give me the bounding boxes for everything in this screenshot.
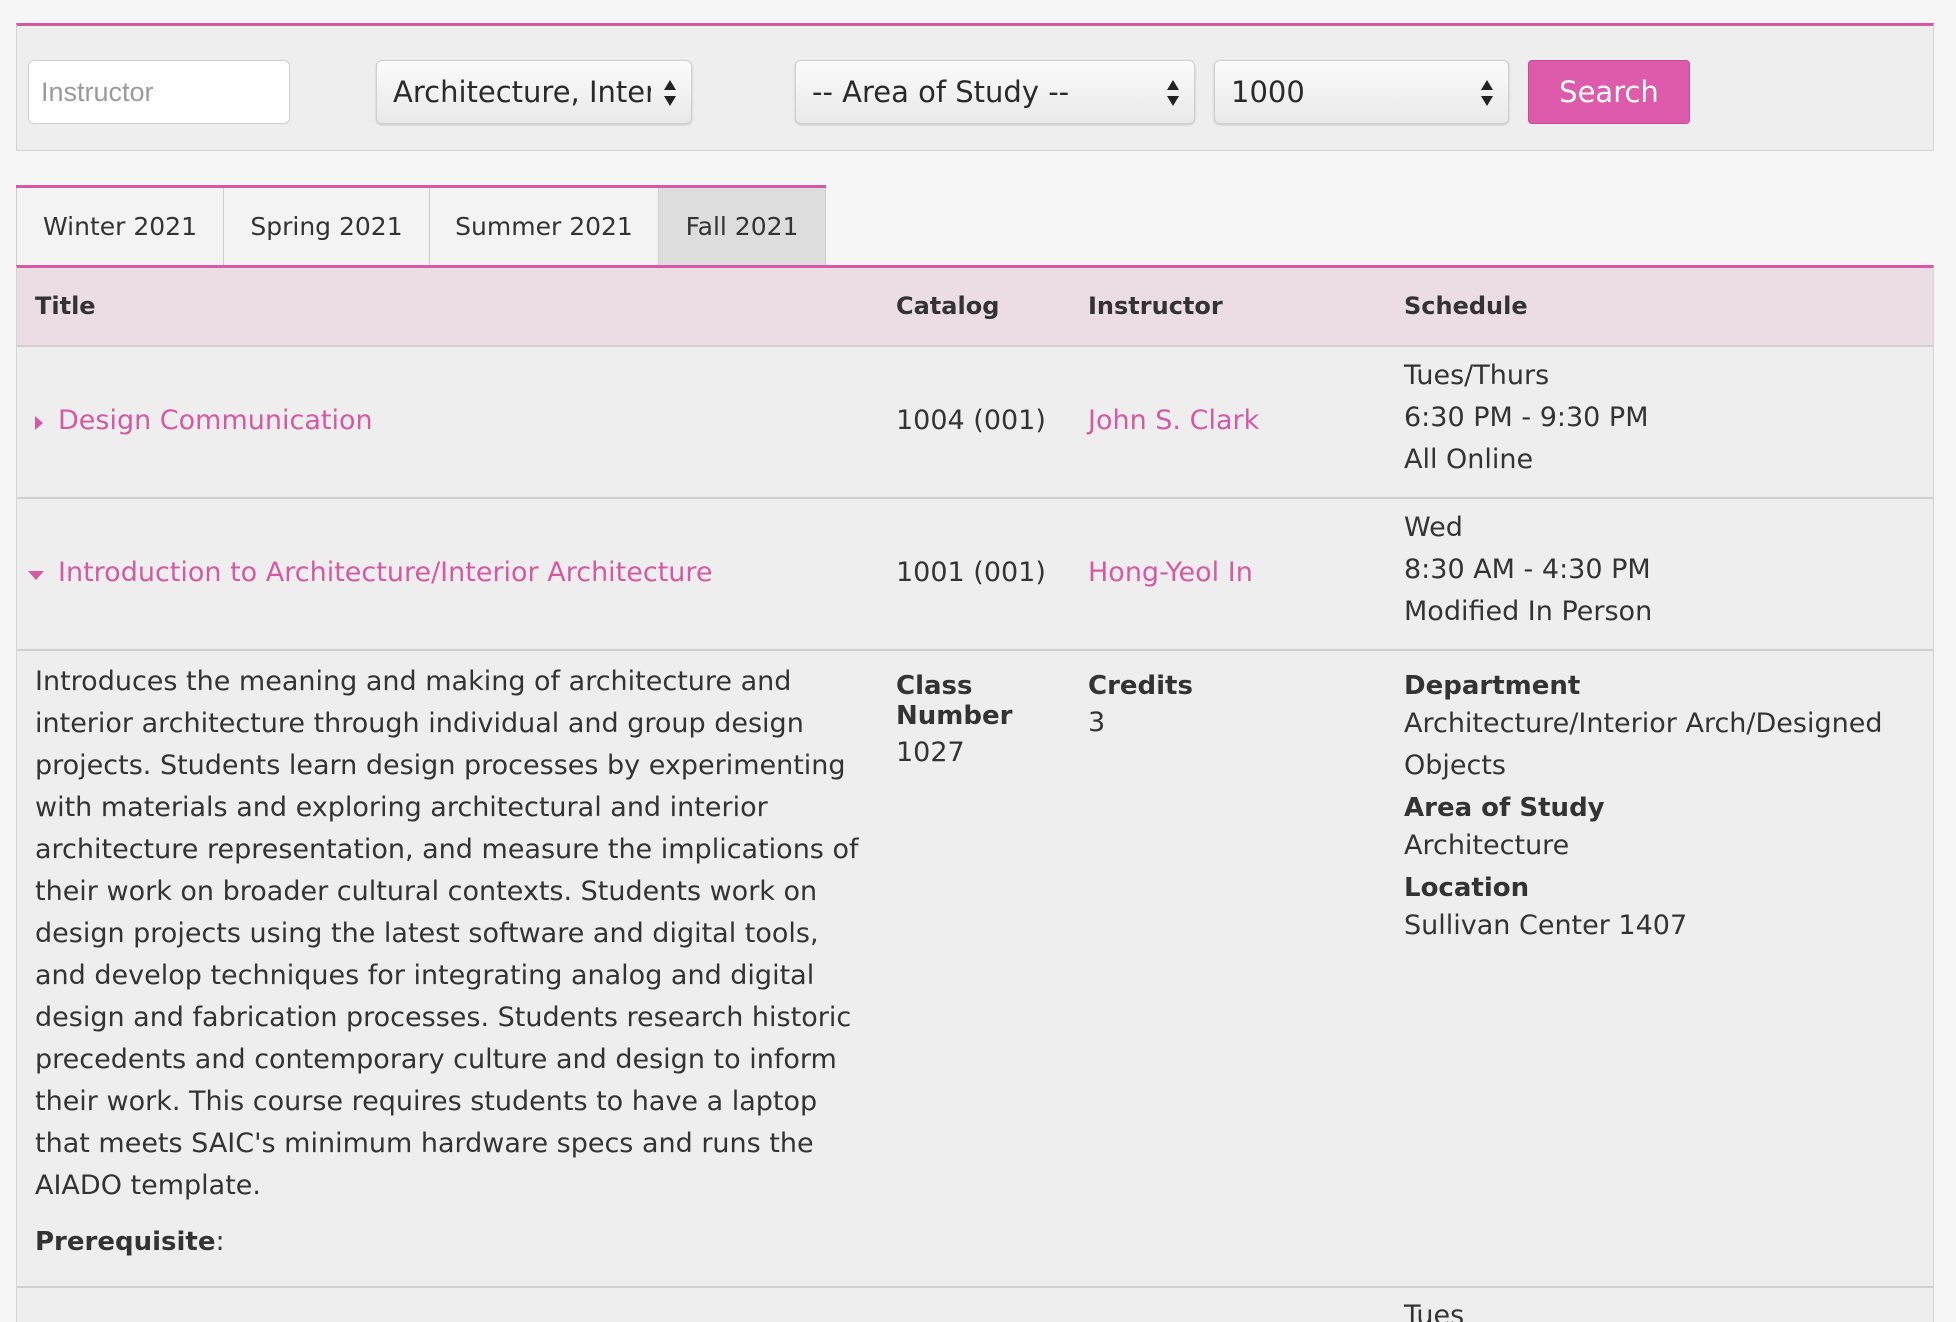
credits-block: Credits 3	[1088, 671, 1338, 738]
column-header-catalog: Catalog	[896, 292, 1000, 320]
location-value: Sullivan Center 1407	[1404, 910, 1688, 941]
area-of-study-value: Architecture	[1404, 830, 1570, 861]
course-level-select-value: 1000	[1231, 75, 1305, 109]
tab-spring-2021[interactable]: Spring 2021	[224, 188, 430, 266]
area-of-study-select[interactable]: -- Area of Study --	[795, 60, 1195, 124]
department-label: Department	[1404, 671, 1581, 701]
tab-fall-2021[interactable]: Fall 2021	[659, 188, 826, 266]
catalog-number: 1001 (001)	[896, 557, 1046, 588]
credits-value: 3	[1088, 707, 1106, 738]
table-row: Introduction to Architecture/Interior Ar…	[17, 499, 1933, 651]
class-number-block: Class Number 1027	[896, 671, 1046, 768]
course-title-link[interactable]: Design Communication	[58, 405, 373, 436]
course-description-block: Introduces the meaning and making of arc…	[35, 661, 870, 1263]
course-meta-block: Department Architecture/Interior Arch/De…	[1404, 671, 1914, 947]
prerequisite-colon: :	[215, 1226, 225, 1257]
location-label: Location	[1404, 873, 1530, 903]
table-row: Design Communication 1004 (001) John S. …	[17, 347, 1933, 499]
tab-winter-2021[interactable]: Winter 2021	[16, 188, 224, 266]
column-header-instructor: Instructor	[1088, 292, 1223, 320]
instructor-search-input[interactable]	[28, 60, 290, 124]
updown-arrows-icon	[664, 80, 676, 106]
instructor-link[interactable]: John S. Clark	[1088, 405, 1259, 436]
prerequisite: Prerequisite:	[35, 1221, 870, 1263]
caret-right-icon[interactable]	[35, 416, 43, 430]
schedule-days: Tues	[1404, 1300, 1465, 1322]
schedule: Wed 8:30 AM - 4:30 PM Modified In Person	[1404, 507, 1652, 633]
schedule-time: 8:30 AM - 4:30 PM	[1404, 554, 1651, 585]
table-row: Tues	[17, 1288, 1933, 1322]
search-button[interactable]: Search	[1528, 60, 1690, 124]
tab-summer-2021[interactable]: Summer 2021	[430, 188, 659, 266]
column-header-title: Title	[35, 292, 96, 320]
table-header: Title Catalog Instructor Schedule	[17, 268, 1933, 347]
class-number-label: Class Number	[896, 671, 1013, 731]
column-header-schedule: Schedule	[1404, 292, 1528, 320]
prerequisite-label: Prerequisite	[35, 1227, 216, 1257]
course-detail: Introduces the meaning and making of arc…	[17, 651, 1933, 1288]
course-description: Introduces the meaning and making of arc…	[35, 666, 859, 1201]
class-number-value: 1027	[896, 737, 965, 768]
schedule-time: 6:30 PM - 9:30 PM	[1404, 402, 1649, 433]
schedule: Tues/Thurs 6:30 PM - 9:30 PM All Online	[1404, 355, 1649, 481]
course-table: Title Catalog Instructor Schedule Design…	[16, 265, 1934, 1322]
department-select[interactable]: Architecture, Interior A	[376, 60, 692, 124]
catalog-number: 1004 (001)	[896, 405, 1046, 436]
credits-label: Credits	[1088, 671, 1193, 701]
course-level-select[interactable]: 1000	[1214, 60, 1509, 124]
caret-down-icon[interactable]	[28, 571, 44, 580]
course-title-link[interactable]: Introduction to Architecture/Interior Ar…	[58, 557, 713, 588]
schedule-days: Tues/Thurs	[1404, 360, 1550, 391]
updown-arrows-icon	[1481, 80, 1493, 106]
area-of-study-label: Area of Study	[1404, 793, 1605, 823]
updown-arrows-icon	[1167, 80, 1179, 106]
search-panel: Architecture, Interior A -- Area of Stud…	[16, 23, 1934, 151]
schedule-mode: All Online	[1404, 444, 1534, 475]
department-select-value: Architecture, Interior A	[393, 75, 651, 109]
schedule-days: Wed	[1404, 512, 1463, 543]
term-tabs: Winter 2021 Spring 2021 Summer 2021 Fall…	[16, 185, 826, 266]
instructor-link[interactable]: Hong-Yeol In	[1088, 557, 1253, 588]
schedule-mode: Modified In Person	[1404, 596, 1653, 627]
area-of-study-select-value: -- Area of Study --	[812, 75, 1070, 109]
department-value: Architecture/Interior Arch/Designed Obje…	[1404, 708, 1883, 781]
